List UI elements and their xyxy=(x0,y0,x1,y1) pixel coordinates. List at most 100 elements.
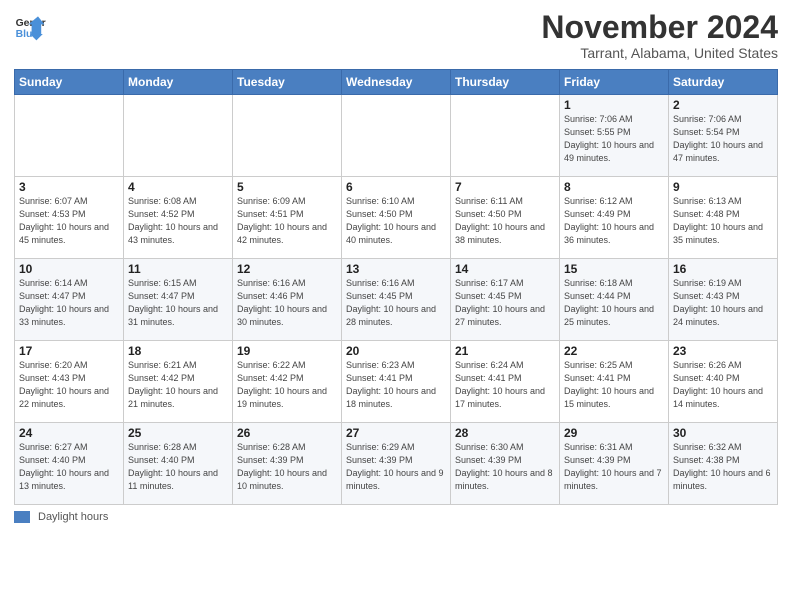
calendar-cell: 6Sunrise: 6:10 AM Sunset: 4:50 PM Daylig… xyxy=(342,177,451,259)
day-number: 19 xyxy=(237,344,337,358)
day-info: Sunrise: 6:23 AM Sunset: 4:41 PM Dayligh… xyxy=(346,359,446,411)
calendar-week-row: 1Sunrise: 7:06 AM Sunset: 5:55 PM Daylig… xyxy=(15,95,778,177)
day-info: Sunrise: 6:13 AM Sunset: 4:48 PM Dayligh… xyxy=(673,195,773,247)
calendar-cell: 19Sunrise: 6:22 AM Sunset: 4:42 PM Dayli… xyxy=(233,341,342,423)
calendar-cell: 7Sunrise: 6:11 AM Sunset: 4:50 PM Daylig… xyxy=(451,177,560,259)
calendar-cell: 21Sunrise: 6:24 AM Sunset: 4:41 PM Dayli… xyxy=(451,341,560,423)
calendar-table: SundayMondayTuesdayWednesdayThursdayFrid… xyxy=(14,69,778,505)
day-number: 29 xyxy=(564,426,664,440)
weekday-header-tuesday: Tuesday xyxy=(233,70,342,95)
day-info: Sunrise: 6:20 AM Sunset: 4:43 PM Dayligh… xyxy=(19,359,119,411)
month-title: November 2024 xyxy=(541,10,778,45)
day-info: Sunrise: 6:10 AM Sunset: 4:50 PM Dayligh… xyxy=(346,195,446,247)
calendar-cell: 12Sunrise: 6:16 AM Sunset: 4:46 PM Dayli… xyxy=(233,259,342,341)
day-number: 5 xyxy=(237,180,337,194)
day-number: 16 xyxy=(673,262,773,276)
logo: General Blue xyxy=(14,10,46,42)
day-number: 25 xyxy=(128,426,228,440)
day-number: 15 xyxy=(564,262,664,276)
day-number: 22 xyxy=(564,344,664,358)
day-number: 4 xyxy=(128,180,228,194)
day-info: Sunrise: 6:27 AM Sunset: 4:40 PM Dayligh… xyxy=(19,441,119,493)
calendar-cell: 2Sunrise: 7:06 AM Sunset: 5:54 PM Daylig… xyxy=(669,95,778,177)
day-info: Sunrise: 6:11 AM Sunset: 4:50 PM Dayligh… xyxy=(455,195,555,247)
day-info: Sunrise: 6:30 AM Sunset: 4:39 PM Dayligh… xyxy=(455,441,555,493)
day-number: 27 xyxy=(346,426,446,440)
day-number: 21 xyxy=(455,344,555,358)
calendar-cell: 3Sunrise: 6:07 AM Sunset: 4:53 PM Daylig… xyxy=(15,177,124,259)
day-info: Sunrise: 6:08 AM Sunset: 4:52 PM Dayligh… xyxy=(128,195,228,247)
calendar-header-row: SundayMondayTuesdayWednesdayThursdayFrid… xyxy=(15,70,778,95)
calendar-cell: 13Sunrise: 6:16 AM Sunset: 4:45 PM Dayli… xyxy=(342,259,451,341)
weekday-header-wednesday: Wednesday xyxy=(342,70,451,95)
day-info: Sunrise: 6:16 AM Sunset: 4:46 PM Dayligh… xyxy=(237,277,337,329)
day-number: 11 xyxy=(128,262,228,276)
day-number: 9 xyxy=(673,180,773,194)
calendar-cell: 8Sunrise: 6:12 AM Sunset: 4:49 PM Daylig… xyxy=(560,177,669,259)
day-info: Sunrise: 7:06 AM Sunset: 5:55 PM Dayligh… xyxy=(564,113,664,165)
day-info: Sunrise: 6:12 AM Sunset: 4:49 PM Dayligh… xyxy=(564,195,664,247)
day-info: Sunrise: 6:16 AM Sunset: 4:45 PM Dayligh… xyxy=(346,277,446,329)
weekday-header-friday: Friday xyxy=(560,70,669,95)
day-info: Sunrise: 6:24 AM Sunset: 4:41 PM Dayligh… xyxy=(455,359,555,411)
calendar-cell xyxy=(233,95,342,177)
calendar-cell: 17Sunrise: 6:20 AM Sunset: 4:43 PM Dayli… xyxy=(15,341,124,423)
day-info: Sunrise: 6:29 AM Sunset: 4:39 PM Dayligh… xyxy=(346,441,446,493)
calendar-cell: 15Sunrise: 6:18 AM Sunset: 4:44 PM Dayli… xyxy=(560,259,669,341)
calendar-cell: 30Sunrise: 6:32 AM Sunset: 4:38 PM Dayli… xyxy=(669,423,778,505)
day-info: Sunrise: 6:07 AM Sunset: 4:53 PM Dayligh… xyxy=(19,195,119,247)
day-info: Sunrise: 6:26 AM Sunset: 4:40 PM Dayligh… xyxy=(673,359,773,411)
day-number: 10 xyxy=(19,262,119,276)
calendar-cell: 27Sunrise: 6:29 AM Sunset: 4:39 PM Dayli… xyxy=(342,423,451,505)
calendar-cell: 16Sunrise: 6:19 AM Sunset: 4:43 PM Dayli… xyxy=(669,259,778,341)
calendar-cell xyxy=(342,95,451,177)
weekday-header-saturday: Saturday xyxy=(669,70,778,95)
day-info: Sunrise: 6:28 AM Sunset: 4:39 PM Dayligh… xyxy=(237,441,337,493)
calendar-cell: 11Sunrise: 6:15 AM Sunset: 4:47 PM Dayli… xyxy=(124,259,233,341)
day-info: Sunrise: 6:22 AM Sunset: 4:42 PM Dayligh… xyxy=(237,359,337,411)
day-number: 20 xyxy=(346,344,446,358)
footer: Daylight hours xyxy=(14,511,778,523)
calendar-week-row: 24Sunrise: 6:27 AM Sunset: 4:40 PM Dayli… xyxy=(15,423,778,505)
day-number: 28 xyxy=(455,426,555,440)
day-number: 30 xyxy=(673,426,773,440)
calendar-cell: 14Sunrise: 6:17 AM Sunset: 4:45 PM Dayli… xyxy=(451,259,560,341)
calendar-cell: 1Sunrise: 7:06 AM Sunset: 5:55 PM Daylig… xyxy=(560,95,669,177)
location: Tarrant, Alabama, United States xyxy=(541,45,778,61)
weekday-header-thursday: Thursday xyxy=(451,70,560,95)
calendar-cell: 22Sunrise: 6:25 AM Sunset: 4:41 PM Dayli… xyxy=(560,341,669,423)
day-number: 7 xyxy=(455,180,555,194)
logo-icon: General Blue xyxy=(14,10,46,42)
day-info: Sunrise: 6:18 AM Sunset: 4:44 PM Dayligh… xyxy=(564,277,664,329)
day-info: Sunrise: 6:32 AM Sunset: 4:38 PM Dayligh… xyxy=(673,441,773,493)
day-number: 18 xyxy=(128,344,228,358)
calendar-cell: 28Sunrise: 6:30 AM Sunset: 4:39 PM Dayli… xyxy=(451,423,560,505)
calendar-cell: 24Sunrise: 6:27 AM Sunset: 4:40 PM Dayli… xyxy=(15,423,124,505)
day-info: Sunrise: 6:14 AM Sunset: 4:47 PM Dayligh… xyxy=(19,277,119,329)
calendar-cell: 5Sunrise: 6:09 AM Sunset: 4:51 PM Daylig… xyxy=(233,177,342,259)
calendar-cell: 26Sunrise: 6:28 AM Sunset: 4:39 PM Dayli… xyxy=(233,423,342,505)
weekday-header-sunday: Sunday xyxy=(15,70,124,95)
calendar-cell: 4Sunrise: 6:08 AM Sunset: 4:52 PM Daylig… xyxy=(124,177,233,259)
legend-color-box xyxy=(14,511,30,523)
calendar-cell: 18Sunrise: 6:21 AM Sunset: 4:42 PM Dayli… xyxy=(124,341,233,423)
day-number: 6 xyxy=(346,180,446,194)
day-number: 23 xyxy=(673,344,773,358)
day-number: 1 xyxy=(564,98,664,112)
calendar-cell xyxy=(124,95,233,177)
day-number: 17 xyxy=(19,344,119,358)
calendar-cell: 9Sunrise: 6:13 AM Sunset: 4:48 PM Daylig… xyxy=(669,177,778,259)
title-block: November 2024 Tarrant, Alabama, United S… xyxy=(541,10,778,61)
day-number: 2 xyxy=(673,98,773,112)
calendar-cell: 23Sunrise: 6:26 AM Sunset: 4:40 PM Dayli… xyxy=(669,341,778,423)
calendar-cell: 29Sunrise: 6:31 AM Sunset: 4:39 PM Dayli… xyxy=(560,423,669,505)
legend-label: Daylight hours xyxy=(38,511,108,523)
calendar-cell: 10Sunrise: 6:14 AM Sunset: 4:47 PM Dayli… xyxy=(15,259,124,341)
day-info: Sunrise: 6:09 AM Sunset: 4:51 PM Dayligh… xyxy=(237,195,337,247)
day-number: 26 xyxy=(237,426,337,440)
day-info: Sunrise: 7:06 AM Sunset: 5:54 PM Dayligh… xyxy=(673,113,773,165)
day-info: Sunrise: 6:15 AM Sunset: 4:47 PM Dayligh… xyxy=(128,277,228,329)
calendar-cell: 20Sunrise: 6:23 AM Sunset: 4:41 PM Dayli… xyxy=(342,341,451,423)
calendar-cell: 25Sunrise: 6:28 AM Sunset: 4:40 PM Dayli… xyxy=(124,423,233,505)
day-number: 12 xyxy=(237,262,337,276)
